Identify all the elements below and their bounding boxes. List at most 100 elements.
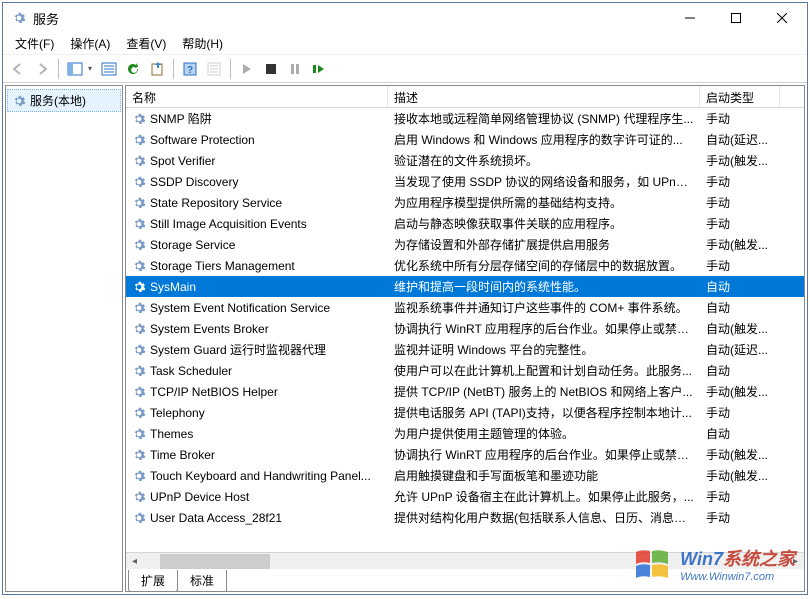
close-button[interactable]: [759, 4, 805, 32]
column-header-name[interactable]: 名称: [126, 86, 388, 107]
service-name: SSDP Discovery: [150, 175, 238, 189]
restart-service-button[interactable]: [308, 58, 330, 80]
service-name: User Data Access_28f21: [150, 511, 282, 525]
service-row[interactable]: Themes为用户提供使用主题管理的体验。自动: [126, 423, 804, 444]
service-desc: 协调执行 WinRT 应用程序的后台作业。如果停止或禁用...: [388, 320, 700, 337]
minimize-button[interactable]: [667, 4, 713, 32]
service-row[interactable]: Touch Keyboard and Handwriting Panel...启…: [126, 465, 804, 486]
service-row[interactable]: TCP/IP NetBIOS Helper提供 TCP/IP (NetBT) 服…: [126, 381, 804, 402]
help-button[interactable]: ?: [179, 58, 201, 80]
stop-service-button[interactable]: [260, 58, 282, 80]
service-row[interactable]: SysMain维护和提高一段时间内的系统性能。自动: [126, 276, 804, 297]
service-gear-icon: [132, 448, 146, 462]
service-desc: 协调执行 WinRT 应用程序的后台作业。如果停止或禁用...: [388, 446, 700, 463]
h-scrollbar[interactable]: ◂ ▸: [126, 552, 804, 569]
service-desc: 监视系统事件并通知订户这些事件的 COM+ 事件系统。: [388, 299, 700, 316]
service-startup: 自动: [700, 425, 780, 442]
scrollbar-thumb[interactable]: [160, 554, 270, 569]
service-row[interactable]: System Event Notification Service 监视系统事件并…: [126, 297, 804, 318]
service-row[interactable]: Storage Tiers Management优化系统中所有分层存储空间的存储…: [126, 255, 804, 276]
svg-text:?: ?: [187, 65, 193, 76]
service-name: TCP/IP NetBIOS Helper: [150, 385, 278, 399]
service-desc: 接收本地或远程简单网络管理协议 (SNMP) 代理程序生...: [388, 110, 700, 127]
service-startup: 手动: [700, 509, 780, 526]
service-gear-icon: [132, 196, 146, 210]
service-row[interactable]: System Events Broker协调执行 WinRT 应用程序的后台作业…: [126, 318, 804, 339]
service-row[interactable]: Still Image Acquisition Events启动与静态映像获取事…: [126, 213, 804, 234]
sidebar-services-local[interactable]: 服务(本地): [7, 89, 121, 112]
service-startup: 自动: [700, 362, 780, 379]
service-row[interactable]: SNMP 陷阱接收本地或远程简单网络管理协议 (SNMP) 代理程序生...手动: [126, 108, 804, 129]
service-gear-icon: [132, 427, 146, 441]
menubar: 文件(F) 操作(A) 查看(V) 帮助(H): [3, 33, 807, 55]
service-name: SysMain: [150, 280, 196, 294]
nav-back-button[interactable]: [7, 58, 29, 80]
menu-view[interactable]: 查看(V): [118, 33, 174, 54]
service-desc: 允许 UPnP 设备宿主在此计算机上。如果停止此服务，...: [388, 488, 700, 505]
service-startup: 手动(触发...: [700, 446, 780, 463]
service-row[interactable]: SSDP Discovery当发现了使用 SSDP 协议的网络设备和服务，如 U…: [126, 171, 804, 192]
service-desc: 为应用程序模型提供所需的基础结构支持。: [388, 194, 700, 211]
service-row[interactable]: UPnP Device Host允许 UPnP 设备宿主在此计算机上。如果停止此…: [126, 486, 804, 507]
service-startup: 自动: [700, 299, 780, 316]
toolbar-dropdown-icon[interactable]: ▾: [88, 64, 96, 73]
service-name: Storage Service: [150, 238, 235, 252]
refresh-button[interactable]: [122, 58, 144, 80]
services-list[interactable]: SNMP 陷阱接收本地或远程简单网络管理协议 (SNMP) 代理程序生...手动…: [126, 108, 804, 552]
properties-button[interactable]: [98, 58, 120, 80]
service-name: Task Scheduler: [150, 364, 232, 378]
service-gear-icon: [132, 217, 146, 231]
column-headers: 名称 描述 启动类型: [126, 86, 804, 108]
scroll-left-icon[interactable]: ◂: [126, 556, 143, 567]
show-hide-tree-button[interactable]: [64, 58, 86, 80]
service-row[interactable]: Task Scheduler 使用户可以在此计算机上配置和计划自动任务。此服务..…: [126, 360, 804, 381]
service-desc: 使用户可以在此计算机上配置和计划自动任务。此服务...: [388, 362, 700, 379]
nav-forward-button[interactable]: [31, 58, 53, 80]
service-gear-icon: [132, 175, 146, 189]
service-startup: 手动: [700, 215, 780, 232]
service-name: Still Image Acquisition Events: [150, 217, 307, 231]
service-row[interactable]: Spot Verifier 验证潜在的文件系统损坏。手动(触发...: [126, 150, 804, 171]
column-header-desc[interactable]: 描述: [388, 86, 700, 107]
menu-action[interactable]: 操作(A): [62, 33, 118, 54]
service-name: Time Broker: [150, 448, 215, 462]
service-name: Spot Verifier: [150, 154, 215, 168]
service-row[interactable]: User Data Access_28f21提供对结构化用户数据(包括联系人信息…: [126, 507, 804, 528]
action-menu-button[interactable]: [203, 58, 225, 80]
service-name: State Repository Service: [150, 196, 282, 210]
service-row[interactable]: Storage Service为存储设置和外部存储扩展提供启用服务手动(触发..…: [126, 234, 804, 255]
service-row[interactable]: Time Broker 协调执行 WinRT 应用程序的后台作业。如果停止或禁用.…: [126, 444, 804, 465]
service-gear-icon: [132, 469, 146, 483]
menu-help[interactable]: 帮助(H): [174, 33, 231, 54]
service-gear-icon: [132, 385, 146, 399]
service-startup: 手动(触发...: [700, 383, 780, 400]
service-row[interactable]: System Guard 运行时监视器代理监视并证明 Windows 平台的完整…: [126, 339, 804, 360]
service-gear-icon: [132, 511, 146, 525]
service-startup: 手动: [700, 194, 780, 211]
column-header-startup[interactable]: 启动类型: [700, 86, 780, 107]
service-startup: 手动(触发...: [700, 467, 780, 484]
service-desc: 验证潜在的文件系统损坏。: [388, 152, 700, 169]
service-row[interactable]: State Repository Service 为应用程序模型提供所需的基础结构…: [126, 192, 804, 213]
maximize-button[interactable]: [713, 4, 759, 32]
service-name: System Event Notification Service: [150, 301, 330, 315]
sidebar-item-label: 服务(本地): [30, 92, 86, 109]
menu-file[interactable]: 文件(F): [7, 33, 62, 54]
service-startup: 自动: [700, 278, 780, 295]
tab-standard[interactable]: 标准: [177, 570, 227, 592]
service-row[interactable]: Software Protection启用 Windows 和 Windows …: [126, 129, 804, 150]
service-gear-icon: [132, 259, 146, 273]
pause-service-button[interactable]: [284, 58, 306, 80]
service-startup: 自动(触发...: [700, 320, 780, 337]
service-gear-icon: [132, 301, 146, 315]
export-list-button[interactable]: [146, 58, 168, 80]
service-startup: 手动(触发...: [700, 152, 780, 169]
scroll-right-icon[interactable]: ▸: [787, 556, 804, 567]
service-desc: 启用 Windows 和 Windows 应用程序的数字许可证的...: [388, 131, 700, 148]
service-gear-icon: [132, 154, 146, 168]
service-startup: 手动: [700, 173, 780, 190]
start-service-button[interactable]: [236, 58, 258, 80]
service-row[interactable]: Telephony提供电话服务 API (TAPI)支持，以便各程序控制本地计.…: [126, 402, 804, 423]
tab-extended[interactable]: 扩展: [128, 570, 178, 592]
service-name: Storage Tiers Management: [150, 259, 295, 273]
